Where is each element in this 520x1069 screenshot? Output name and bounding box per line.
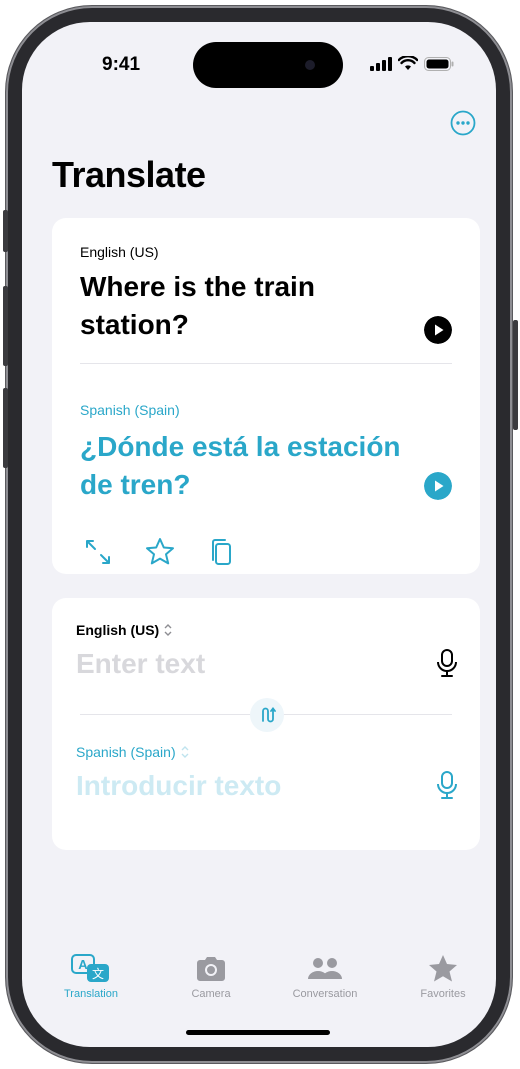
- svg-text:A: A: [78, 957, 88, 972]
- favorite-star-icon[interactable]: [144, 536, 176, 568]
- target-language-label: Spanish (Spain): [80, 402, 180, 418]
- screen: 9:41 Translate English (US) Where is the…: [22, 22, 496, 1047]
- source-text-input[interactable]: Enter text: [76, 648, 205, 680]
- tab-label: Conversation: [292, 988, 358, 1000]
- mic-icon[interactable]: [436, 770, 458, 800]
- input-card: English (US) Enter text Spanish (Spain) …: [52, 598, 480, 850]
- tab-label: Translation: [63, 988, 118, 1000]
- target-text-input[interactable]: Introducir texto: [76, 770, 281, 802]
- volume-down-button: [3, 388, 8, 468]
- tab-translation[interactable]: A 文 Translation: [46, 952, 136, 1000]
- play-translation-button[interactable]: [424, 472, 452, 500]
- tab-label: Camera: [191, 988, 231, 1000]
- tab-camera[interactable]: Camera: [166, 952, 256, 1000]
- card-divider: [80, 363, 452, 364]
- chevron-up-down-icon: [181, 746, 189, 758]
- silent-switch: [3, 210, 8, 252]
- star-icon: [429, 955, 457, 982]
- svg-text:文: 文: [92, 966, 104, 981]
- target-language-selector-label: Spanish (Spain): [76, 744, 176, 760]
- translate-icon: A 文: [71, 954, 109, 982]
- play-source-button[interactable]: [424, 316, 452, 344]
- swap-arrows-icon: [262, 707, 276, 723]
- source-language-selector[interactable]: English (US): [76, 622, 173, 638]
- tab-label: Favorites: [420, 988, 466, 1000]
- expand-icon[interactable]: [82, 536, 114, 568]
- target-text: ¿Dónde está la estación de tren?: [80, 431, 401, 500]
- ellipsis-circle-icon[interactable]: [450, 110, 476, 136]
- battery-icon: [424, 56, 454, 71]
- status-time: 9:41: [102, 54, 141, 75]
- chevron-up-down-icon: [164, 624, 172, 636]
- source-language-label: English (US): [80, 244, 159, 260]
- target-language-selector[interactable]: Spanish (Spain): [76, 744, 190, 760]
- swap-languages-button[interactable]: [250, 698, 284, 732]
- cellular-signal-icon: [370, 56, 392, 71]
- volume-up-button: [3, 286, 8, 366]
- translation-card: English (US) Where is the train station?…: [52, 218, 480, 574]
- power-button: [513, 320, 518, 430]
- wifi-icon: [398, 56, 418, 70]
- action-row: [82, 536, 238, 568]
- source-text: Where is the train station?: [80, 271, 315, 340]
- camera-dot: [305, 60, 315, 70]
- page-title: Translate: [52, 154, 206, 195]
- home-indicator: [186, 1030, 330, 1035]
- people-icon: [308, 958, 342, 979]
- status-icons: [370, 56, 454, 71]
- dynamic-island: [193, 42, 343, 88]
- tab-favorites[interactable]: Favorites: [398, 952, 488, 1000]
- mic-icon[interactable]: [436, 648, 458, 678]
- tab-conversation[interactable]: Conversation: [280, 952, 370, 1000]
- source-language-selector-label: English (US): [76, 622, 160, 638]
- camera-icon: [197, 957, 225, 981]
- status-bar: 9:41: [22, 22, 496, 112]
- copy-icon[interactable]: [206, 536, 238, 568]
